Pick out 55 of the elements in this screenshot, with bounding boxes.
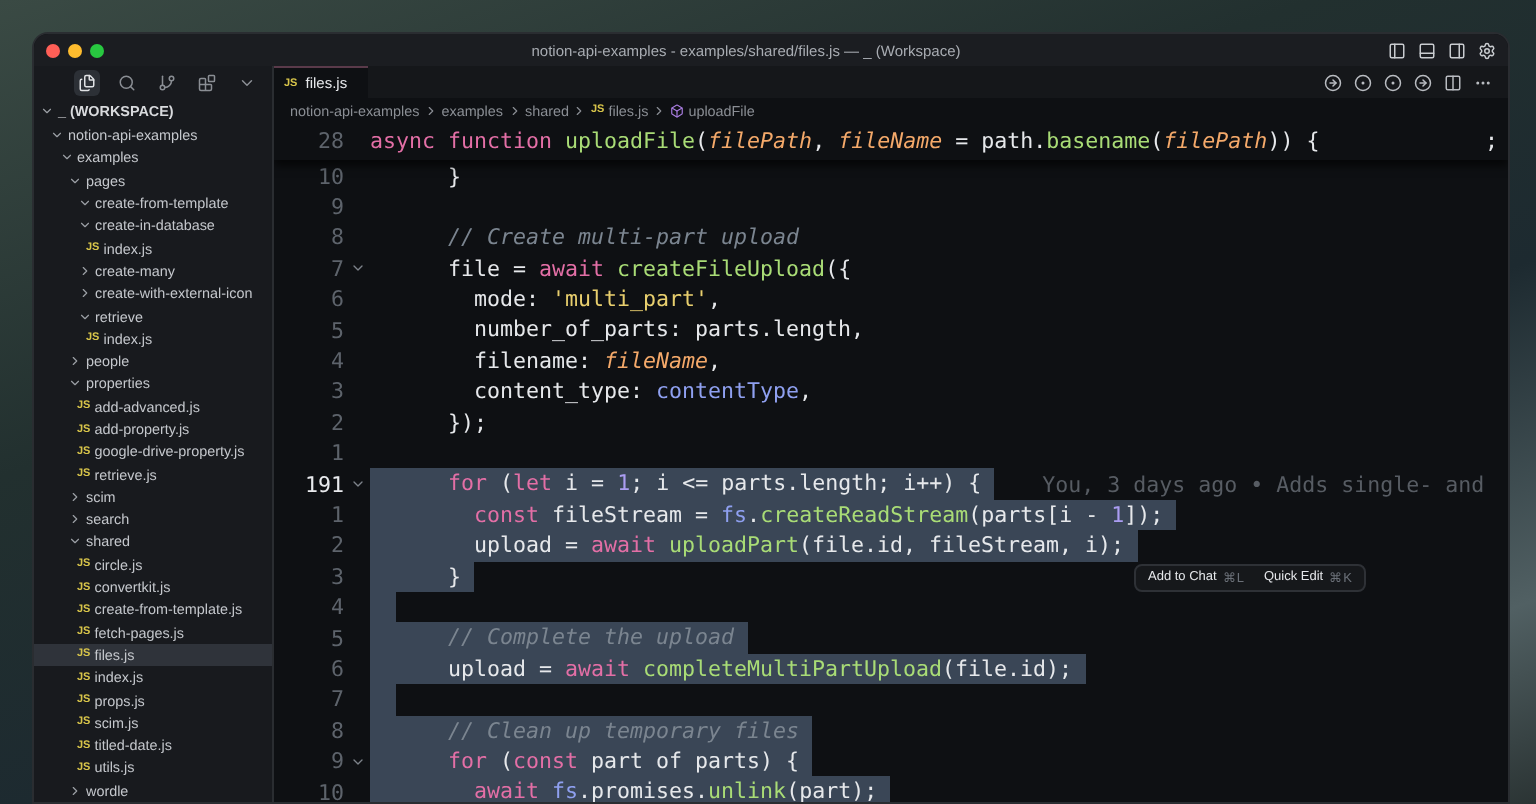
chevron-down-icon xyxy=(77,309,91,324)
line-number: 4 xyxy=(328,594,344,621)
code-text: ; xyxy=(1484,128,1500,154)
line-number: 5 xyxy=(328,625,344,652)
line-number: 8 xyxy=(328,224,344,251)
chevron-right-icon xyxy=(68,783,82,798)
line-number: 191 xyxy=(302,471,344,498)
circle-dot-icon[interactable] xyxy=(1354,73,1372,91)
line-number: 2 xyxy=(328,409,344,436)
chevron-down-icon xyxy=(68,534,82,549)
chevron-right-icon xyxy=(68,354,82,369)
line-number: 7 xyxy=(328,255,344,282)
code-line: number_of_parts: parts.length, xyxy=(472,314,867,346)
line-number: 10 xyxy=(315,163,344,190)
chevron-down-icon xyxy=(68,376,82,391)
chevron-right-icon xyxy=(652,103,667,117)
blame-annotation: You, 3 days ago • Adds single- and xyxy=(1042,471,1485,498)
line-number: 9 xyxy=(328,194,344,221)
code-line: content_type: contentType, xyxy=(472,376,815,408)
settings-icon[interactable] xyxy=(1478,41,1496,59)
maximize-button[interactable] xyxy=(90,43,104,57)
chevron-right-icon xyxy=(507,103,521,117)
line-number: 10 xyxy=(315,779,344,802)
line-number: 4 xyxy=(328,348,344,375)
code-line: filename: fileName, xyxy=(472,345,724,377)
line-number: 1 xyxy=(328,501,344,528)
split-editor-icon[interactable] xyxy=(1444,73,1462,91)
code-line: async function uploadFile(filePath, fileName = path.basename(filePath)) { xyxy=(370,125,1322,157)
code-line: mode: 'multi_part', xyxy=(472,284,724,315)
line-number: 3 xyxy=(328,378,344,405)
line-number: 5 xyxy=(328,317,344,344)
circle-dot-icon[interactable] xyxy=(1384,73,1402,91)
line-number: 6 xyxy=(328,655,344,682)
sidebar-toggle-icon[interactable] xyxy=(1388,41,1406,59)
line-number: 9 xyxy=(328,748,344,775)
panel-toggle-icon[interactable] xyxy=(1418,41,1436,59)
line-number: 1 xyxy=(328,440,344,467)
line-number: 3 xyxy=(328,563,344,590)
minimize-button[interactable] xyxy=(68,43,82,57)
blocks-icon[interactable] xyxy=(194,69,220,95)
line-number: 6 xyxy=(328,286,344,313)
code-line: // Create multi-part upload xyxy=(446,222,802,254)
line-number: 8 xyxy=(328,717,344,744)
code-line: }); xyxy=(446,407,490,439)
chevron-right-icon xyxy=(423,103,438,117)
code-line: } xyxy=(446,161,464,192)
chevron-right-icon xyxy=(572,103,587,117)
code-line: file = await createFileUpload({ xyxy=(446,253,854,285)
secondary-sidebar-icon[interactable] xyxy=(1448,41,1466,59)
line-number: 28 xyxy=(315,128,344,154)
cube-icon xyxy=(670,103,685,117)
files-icon[interactable] xyxy=(74,69,100,95)
close-button[interactable] xyxy=(46,43,60,57)
line-number: 2 xyxy=(328,532,344,559)
line-number: 7 xyxy=(328,686,344,713)
